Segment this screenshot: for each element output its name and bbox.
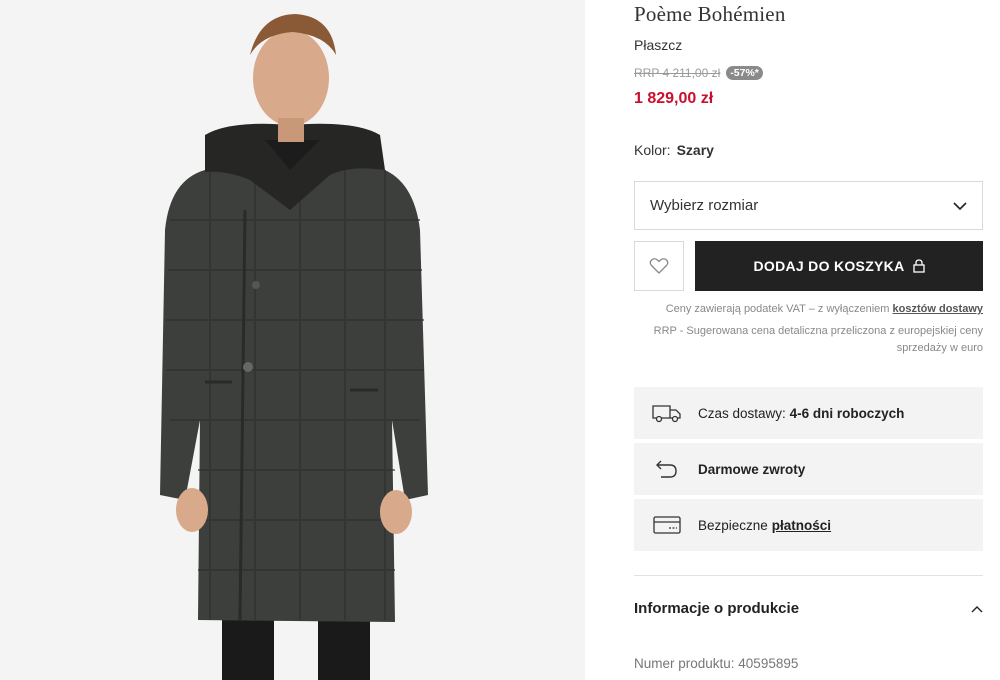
color-row: Kolor: Szary xyxy=(634,142,714,158)
free-returns-info: Darmowe zwroty xyxy=(634,443,983,495)
shipping-costs-link[interactable]: kosztów dostawy xyxy=(893,303,983,315)
color-value: Szary xyxy=(676,142,714,158)
rrp-note: RRP - Sugerowana cena detaliczna przelic… xyxy=(634,323,983,357)
vat-note: Ceny zawierają podatek VAT – z wyłączeni… xyxy=(634,303,983,315)
truck-icon xyxy=(652,402,682,424)
divider xyxy=(634,575,983,576)
heart-icon xyxy=(649,258,669,274)
brand-name[interactable]: Poème Bohémien xyxy=(634,2,786,27)
current-price: 1 829,00 zł xyxy=(634,90,714,107)
credit-card-icon xyxy=(652,514,682,536)
rrp-note-line-2: sprzedaży w euro xyxy=(896,342,983,354)
product-number: Numer produktu: 40595895 xyxy=(634,656,799,671)
size-select-placeholder: Wybierz rozmiar xyxy=(650,197,759,214)
add-to-cart-label: DODAJ DO KOSZYKA xyxy=(753,258,905,274)
rrp-row: RRP 4 211,00 zł -57%* xyxy=(634,66,763,80)
return-arrow-icon xyxy=(652,458,682,480)
coat-model-illustration xyxy=(160,14,428,680)
chevron-down-icon xyxy=(953,201,967,210)
payments-label: Bezpieczne xyxy=(698,517,768,533)
delivery-value: 4-6 dni roboczych xyxy=(789,405,905,421)
delivery-label: Czas dostawy: xyxy=(698,405,786,421)
discount-badge: -57%* xyxy=(726,66,763,80)
chevron-up-icon xyxy=(971,605,983,612)
secure-payments-info: Bezpieczne płatności xyxy=(634,499,983,551)
vat-note-text: Ceny zawierają podatek VAT – z wyłączeni… xyxy=(665,303,890,315)
product-image[interactable] xyxy=(0,0,585,680)
payments-link[interactable]: płatności xyxy=(772,518,831,533)
product-info: Poème Bohémien Płaszcz RRP 4 211,00 zł -… xyxy=(634,0,983,680)
delivery-time-info: Czas dostawy: 4-6 dni roboczych xyxy=(634,387,983,439)
size-select[interactable]: Wybierz rozmiar xyxy=(634,181,983,230)
wishlist-button[interactable] xyxy=(634,241,684,291)
accordion-title: Informacje o produkcie xyxy=(634,600,800,617)
add-to-cart-button[interactable]: DODAJ DO KOSZYKA xyxy=(695,241,983,291)
bag-icon xyxy=(912,259,925,273)
free-returns-label: Darmowe zwroty xyxy=(698,461,806,477)
rrp-price: RRP 4 211,00 zł xyxy=(634,66,721,80)
product-info-accordion-header[interactable]: Informacje o produkcie xyxy=(634,600,983,617)
color-label: Kolor: xyxy=(634,142,671,158)
rrp-note-line-1: RRP - Sugerowana cena detaliczna przelic… xyxy=(653,325,983,337)
product-type: Płaszcz xyxy=(634,37,683,53)
